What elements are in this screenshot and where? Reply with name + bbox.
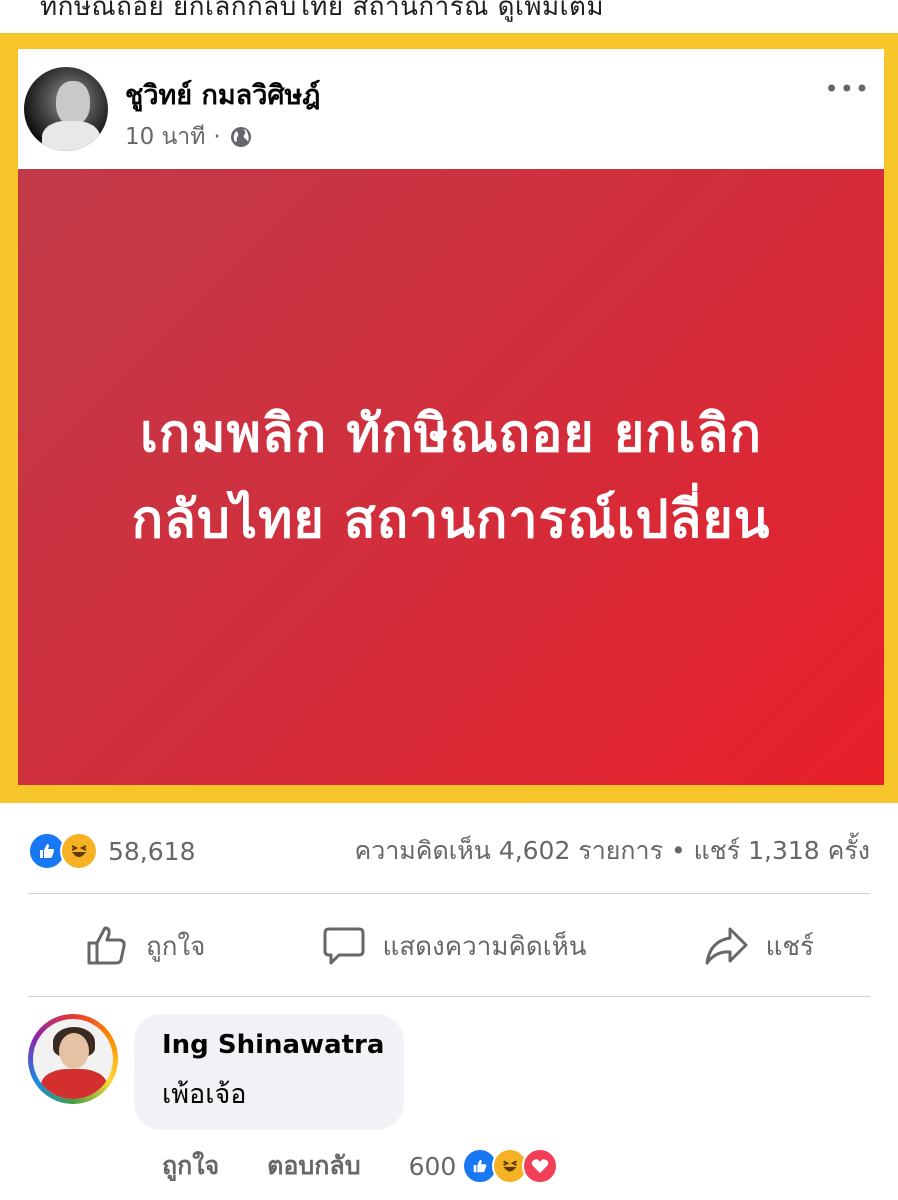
globe-icon [230, 127, 251, 147]
share-button[interactable]: แชร์ [646, 923, 870, 969]
like-button[interactable]: ถูกใจ [28, 923, 261, 969]
banner-line-1: เกมพลิก ทักษิณถอย ยกเลิก [140, 404, 762, 464]
post-card: ชูวิทย์ กมลวิศิษฎ์ 10 นาที · ••• เกมพลิก… [18, 49, 884, 785]
comment-text: เพ้อเจ้อ [162, 1079, 247, 1110]
meta-separator: · [213, 124, 221, 150]
like-label: ถูกใจ [146, 931, 206, 962]
post-stats-bar: 58,618 ความคิดเห็น 4,602 รายการ • แชร์ 1… [28, 828, 870, 874]
comment-actions: ถูกใจ ตอบกลับ 600 [162, 1146, 559, 1186]
previous-post-text: ทักษิณถอย ยกเลิกกลับไทย สถานการณ์ ดูเพิ่… [40, 0, 605, 22]
comment-bubble[interactable]: Ing Shinawatra เพ้อเจ้อ [134, 1014, 404, 1130]
comment-like-button[interactable]: ถูกใจ [162, 1146, 219, 1186]
reactions-summary[interactable]: 58,618 [28, 832, 195, 870]
post-meta: 10 นาที · [125, 119, 253, 155]
comment-icon [323, 927, 365, 965]
post-image-banner[interactable]: เกมพลิก ทักษิณถอย ยกเลิก กลับไทย สถานการ… [18, 169, 884, 785]
comment-reply-button[interactable]: ตอบกลับ [267, 1146, 360, 1186]
love-icon [522, 1148, 559, 1184]
post-highlight-frame: ชูวิทย์ กมลวิศิษฎ์ 10 นาที · ••• เกมพลิก… [0, 33, 898, 803]
divider [28, 893, 870, 894]
comment-label: แสดงความคิดเห็น [382, 931, 587, 962]
author-avatar[interactable] [24, 67, 108, 151]
comment-button[interactable]: แสดงความคิดเห็น [265, 923, 643, 969]
more-options-button[interactable]: ••• [825, 75, 870, 103]
banner-line-2: กลับไทย สถานการณ์เปลี่ยน [131, 490, 771, 550]
reaction-count: 58,618 [108, 836, 196, 866]
post-actions: ถูกใจ แสดงความคิดเห็น แชร์ [28, 896, 870, 996]
author-name[interactable]: ชูวิทย์ กมลวิศิษฎ์ [125, 73, 320, 116]
post-header: ชูวิทย์ กมลวิศิษฎ์ 10 นาที · ••• [18, 49, 884, 169]
commenter-avatar[interactable] [28, 1014, 118, 1104]
share-label: แชร์ [765, 931, 814, 962]
commenter-name[interactable]: Ing Shinawatra [162, 1030, 384, 1060]
comment-reaction-count: 600 [408, 1151, 457, 1181]
post-time[interactable]: 10 นาที [125, 119, 205, 155]
share-arrow-icon [705, 927, 748, 965]
haha-icon [60, 832, 98, 870]
divider [28, 996, 870, 997]
comments-shares-count[interactable]: ความคิดเห็น 4,602 รายการ • แชร์ 1,318 คร… [354, 831, 870, 871]
thumbs-up-icon [87, 926, 126, 965]
